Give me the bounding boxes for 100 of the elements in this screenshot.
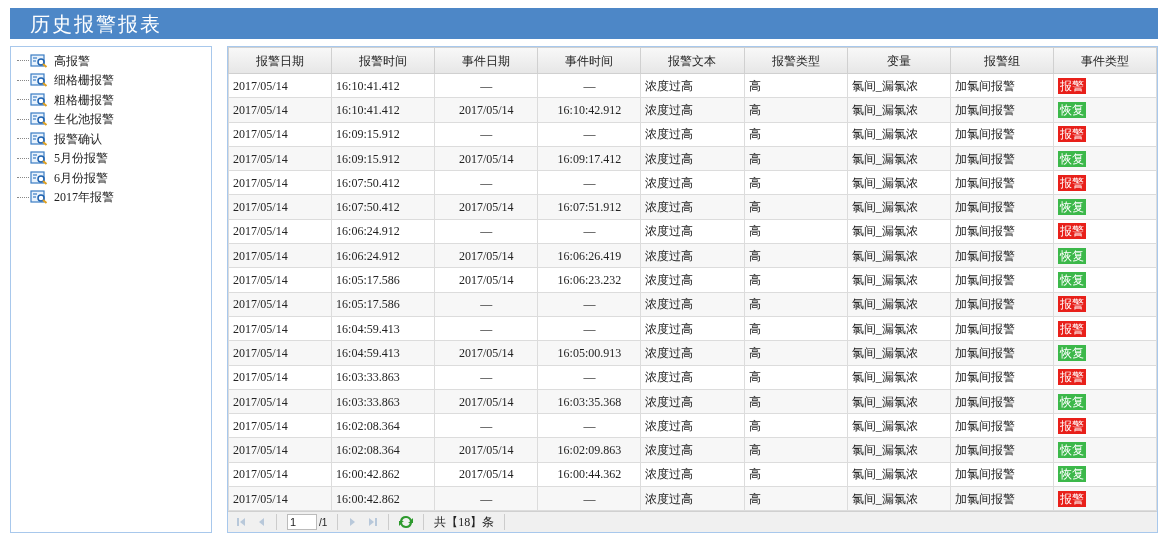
table-cell: 2017/05/14 (233, 491, 288, 506)
search-document-icon (30, 53, 48, 68)
tree-item[interactable]: 6月份报警 (30, 168, 112, 187)
table-cell: 氯间_漏氯浓 (851, 370, 918, 385)
table-cell: 高 (748, 200, 761, 215)
total-count: 共【18】条 (434, 514, 495, 532)
table-cell: 16:10:42.912 (557, 102, 622, 117)
column-header[interactable]: 报警文本 (640, 47, 745, 74)
table-cell: 2017/05/14 (458, 151, 514, 166)
table-cell: 16:04:59.413 (336, 345, 400, 360)
tree-item[interactable]: 生化池报警 (30, 110, 118, 129)
table-cell: 2017/05/14 (233, 127, 288, 142)
table-cell: 16:00:42.862 (336, 467, 400, 482)
table-cell: 2017/05/14 (233, 467, 288, 482)
table-cell: — (480, 78, 493, 93)
table-cell: 加氯间报警 (954, 273, 1015, 287)
refresh-icon[interactable] (399, 515, 414, 530)
alarm-tag: 报警 (1057, 320, 1086, 337)
table-cell: — (583, 297, 596, 312)
table-cell: 加氯间报警 (954, 418, 1015, 433)
table-cell: 16:09:15.912 (336, 151, 400, 166)
column-header[interactable]: 事件日期 (434, 47, 538, 74)
tree-item[interactable]: 报警确认 (30, 129, 106, 148)
table-cell: 高 (748, 248, 761, 263)
table-cell: 16:06:24.912 (336, 224, 400, 239)
table-cell: 浓度过高 (645, 394, 694, 409)
table-cell: 16:05:00.913 (557, 345, 622, 360)
table-cell: 16:09:15.912 (336, 127, 400, 142)
table-cell: 2017/05/14 (458, 200, 514, 215)
table-cell: 氯间_漏氯浓 (851, 175, 918, 190)
table-cell: 氯间_漏氯浓 (851, 394, 918, 409)
table-cell: 16:10:41.412 (336, 78, 400, 93)
search-document-icon (30, 170, 48, 185)
column-header[interactable]: 事件时间 (537, 47, 641, 74)
table-cell: — (480, 321, 493, 336)
table-cell: 16:04:59.413 (336, 321, 400, 336)
table-cell: — (583, 491, 596, 506)
table-cell: 浓度过高 (645, 370, 694, 385)
table-cell: 高 (748, 418, 761, 433)
table-cell: 2017/05/14 (233, 345, 288, 360)
tree-item[interactable]: 2017年报警 (30, 188, 118, 207)
table-cell: — (480, 297, 493, 312)
table-cell: 氯间_漏氯浓 (851, 248, 918, 263)
table-cell: 2017/05/14 (233, 200, 288, 215)
table-cell: — (583, 370, 596, 385)
table-cell: 氯间_漏氯浓 (851, 273, 918, 287)
table-cell: 加氯间报警 (954, 78, 1015, 93)
column-header[interactable]: 报警类型 (744, 47, 848, 74)
tree-item[interactable]: 细格栅报警 (30, 71, 118, 90)
table-cell: 2017/05/14 (233, 248, 288, 263)
table-cell: 2017/05/14 (233, 370, 288, 385)
alarm-tag: 报警 (1057, 77, 1086, 94)
table-cell: — (480, 224, 493, 239)
table-cell: 16:03:33.863 (336, 370, 400, 385)
table-cell: 高 (748, 175, 761, 190)
table-cell: 2017/05/14 (233, 297, 288, 312)
alarm-tag: 报警 (1057, 296, 1086, 313)
column-header[interactable]: 报警时间 (331, 47, 435, 74)
table-cell: 加氯间报警 (954, 370, 1015, 385)
column-header[interactable]: 事件类型 (1053, 47, 1157, 74)
table-cell: 加氯间报警 (954, 175, 1015, 190)
page-input[interactable]: 1 (287, 514, 317, 531)
table-cell: 高 (748, 297, 761, 312)
table-cell: 浓度过高 (645, 297, 694, 312)
table-cell: 2017/05/14 (233, 394, 288, 409)
column-header[interactable]: 变量 (847, 47, 951, 74)
first-page-icon[interactable] (236, 517, 246, 528)
table-cell: 浓度过高 (645, 175, 694, 190)
table-cell: — (480, 491, 493, 506)
table-cell: 浓度过高 (645, 443, 694, 458)
table-cell: 2017/05/14 (233, 418, 288, 433)
table-cell: 16:07:50.412 (336, 200, 400, 215)
table-cell: 2017/05/14 (233, 321, 288, 336)
search-document-icon (30, 131, 48, 146)
search-document-icon (30, 151, 48, 166)
table-cell: 氯间_漏氯浓 (851, 151, 918, 166)
table-cell: 16:02:09.863 (557, 443, 622, 458)
table-cell: 2017/05/14 (233, 175, 288, 190)
tree-item[interactable]: 高报警 (30, 51, 94, 70)
last-page-icon[interactable] (368, 517, 379, 528)
table-cell: 高 (748, 151, 761, 166)
column-header[interactable]: 报警组 (950, 47, 1054, 74)
table-cell: 高 (748, 370, 761, 385)
table-cell: 16:07:50.412 (336, 175, 400, 190)
table-cell: 加氯间报警 (954, 443, 1015, 458)
table-cell: 高 (748, 102, 761, 117)
table-cell: 浓度过高 (645, 321, 694, 336)
table-cell: 浓度过高 (645, 273, 694, 287)
column-header[interactable]: 报警日期 (228, 47, 332, 74)
table-cell: 加氯间报警 (954, 467, 1015, 482)
table-cell: 氯间_漏氯浓 (851, 443, 918, 458)
table-cell: 高 (748, 273, 761, 287)
table-cell: 高 (748, 224, 761, 239)
table-cell: 2017/05/14 (458, 467, 514, 482)
alarm-tag: 报警 (1057, 369, 1086, 386)
tree-item[interactable]: 粗格栅报警 (30, 90, 118, 109)
table-cell: 浓度过高 (645, 127, 694, 142)
table-cell: — (480, 370, 493, 385)
table-cell: 氯间_漏氯浓 (851, 297, 918, 312)
tree-item[interactable]: 5月份报警 (30, 149, 112, 168)
